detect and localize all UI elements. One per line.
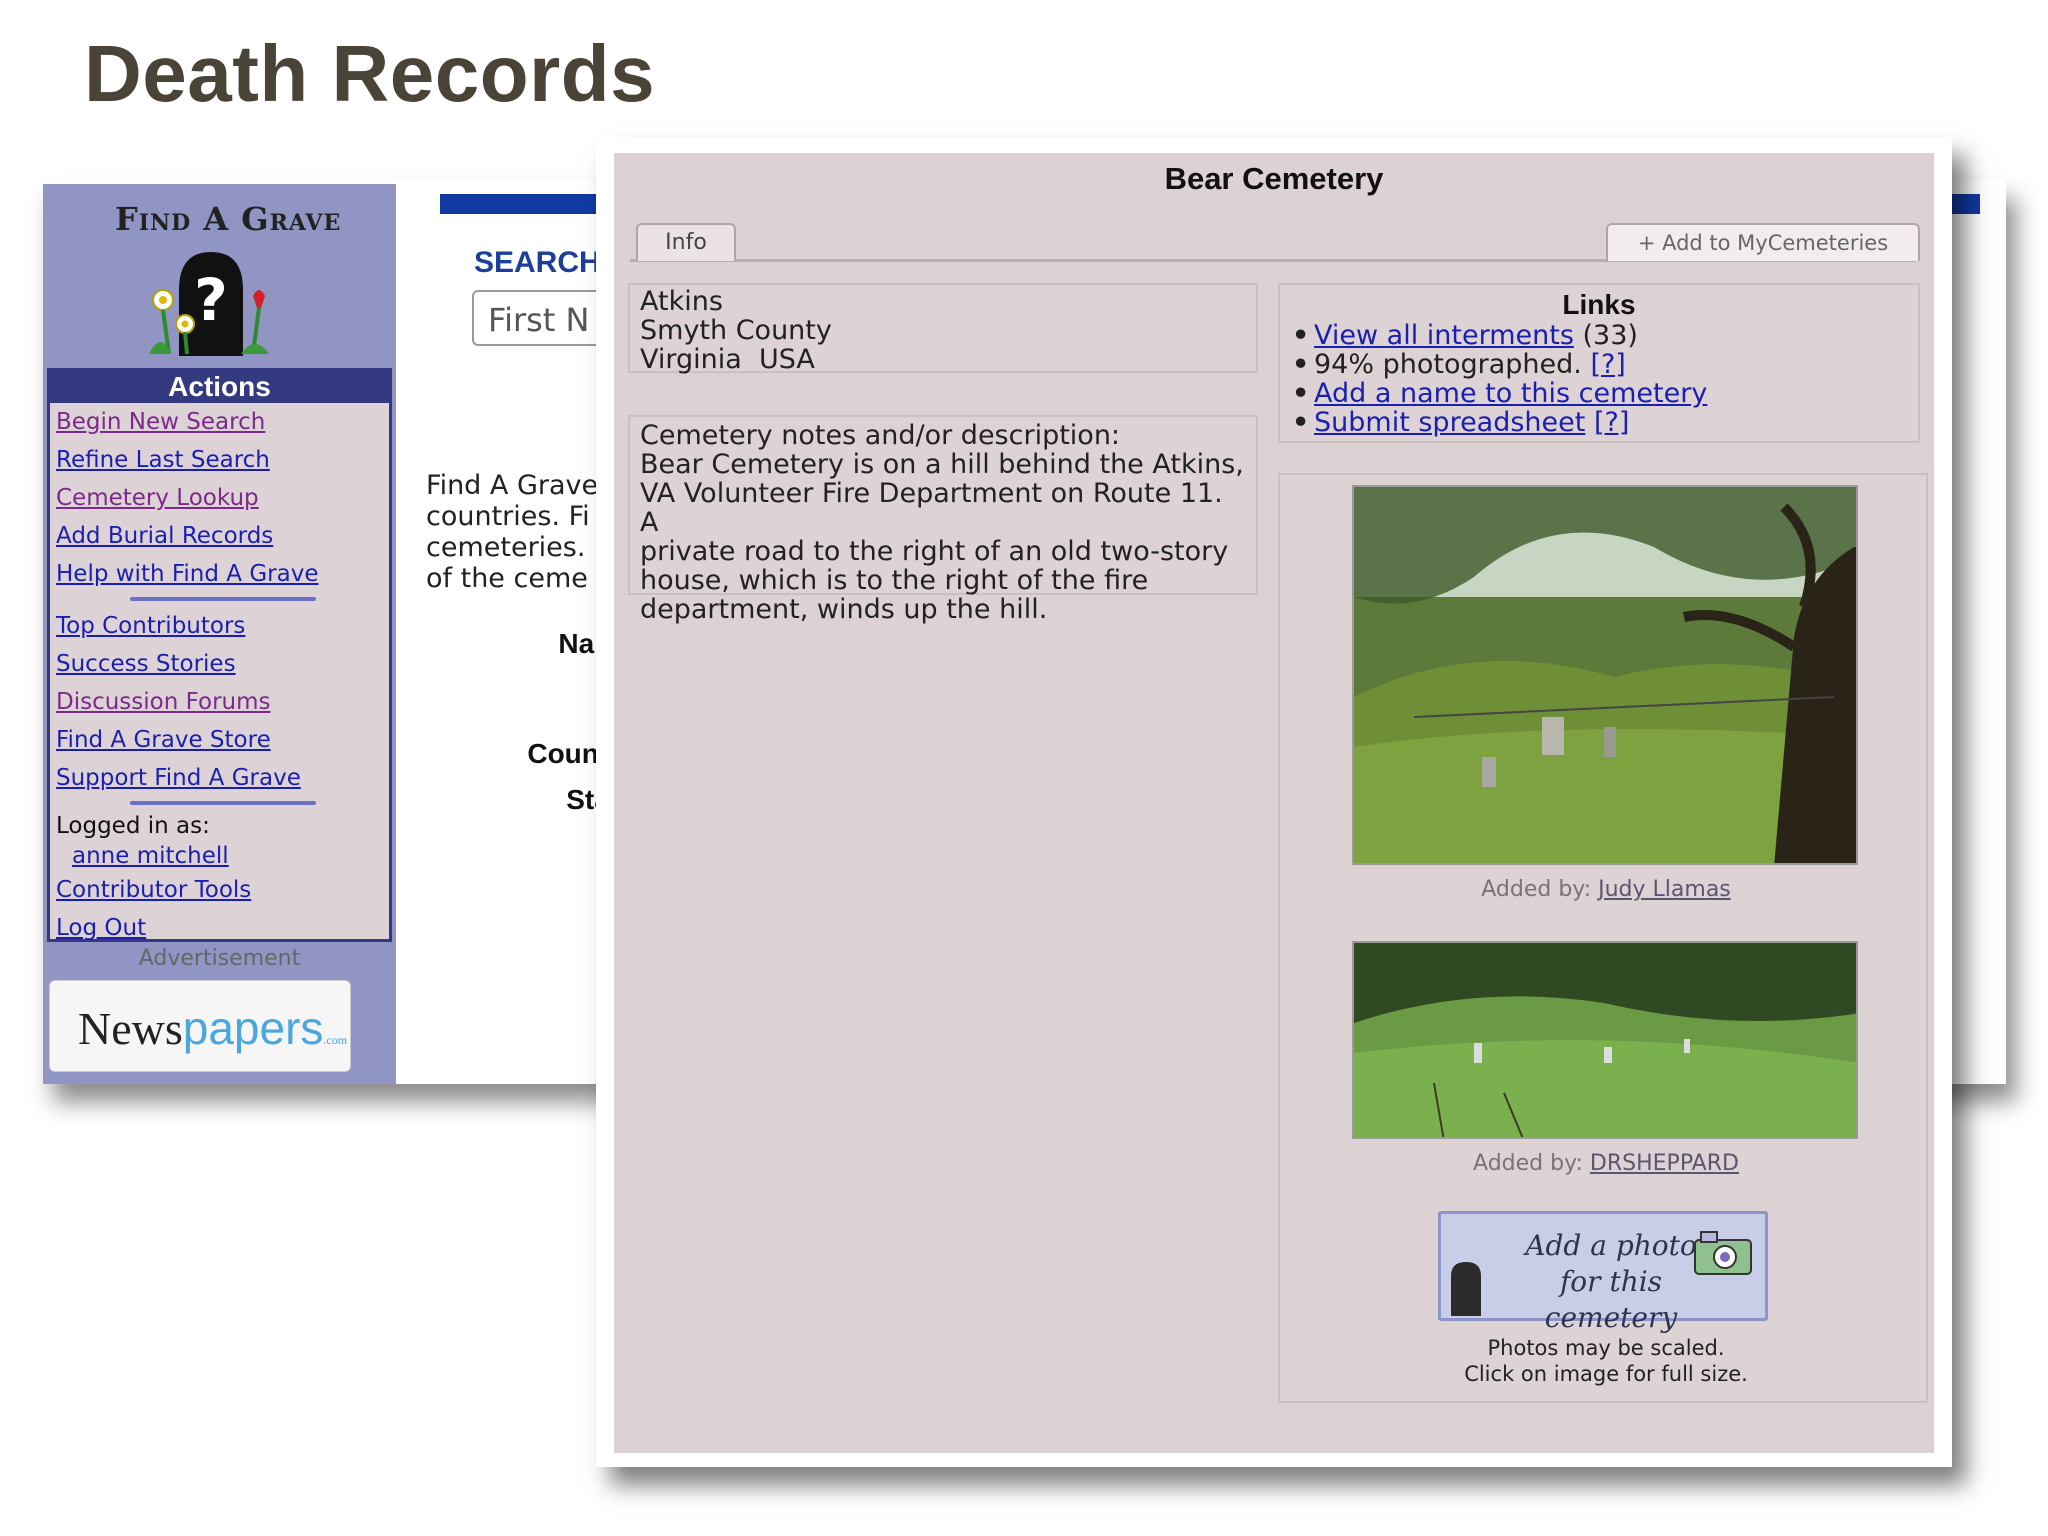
photo-1-contributor-link[interactable]: Judy Llamas: [1598, 877, 1731, 902]
links-panel: Links • View all interments (33) • 94% pho…: [1278, 283, 1920, 443]
newspapers-logo: Newspapers.com: [78, 1001, 347, 1055]
description-panel: Cemetery notes and/or description: Bear …: [628, 415, 1258, 624]
slide-title: Death Records: [84, 29, 656, 118]
cemetery-photo-1[interactable]: [1352, 485, 1858, 865]
description-line: house, which is to the right of the fire: [640, 565, 1149, 596]
town: Atkins: [640, 286, 723, 317]
success-stories-link[interactable]: Success Stories: [56, 645, 389, 683]
store-link[interactable]: Find A Grave Store: [56, 721, 389, 759]
photo-2-contributor-link[interactable]: DRSHEPPARD: [1590, 1151, 1739, 1176]
add-photo-line-1: Add a photo: [1525, 1229, 1697, 1262]
cemetery-title: Bear Cemetery: [1164, 161, 1384, 196]
discussion-forums-link[interactable]: Discussion Forums: [56, 683, 389, 721]
link-item: • 94% photographed. [?]: [1292, 349, 1626, 380]
add-photo-text: Add a photo for this cemetery: [1501, 1228, 1721, 1336]
cemetery-page-screenshot: Bear Cemetery Info + Add to MyCemeteries…: [596, 137, 1952, 1467]
svg-text:?: ?: [194, 266, 228, 334]
cemetery-page: Bear Cemetery Info + Add to MyCemeteries…: [614, 153, 1934, 1453]
ad-brand-dark: News: [78, 1003, 183, 1054]
ad-brand-light: papers: [182, 1002, 324, 1054]
tab-info[interactable]: Info: [636, 223, 736, 261]
description-line: Bear Cemetery is on a hill behind the At…: [640, 449, 1244, 480]
add-name-link[interactable]: Add a name to this cemetery: [1314, 378, 1707, 409]
added-by-label: Added by:: [1481, 877, 1592, 902]
state-country: Virginia USA: [640, 344, 815, 375]
camera-icon: [1694, 1231, 1752, 1275]
photo-note-line-1: Photos may be scaled.: [1487, 1336, 1725, 1360]
grave-logo-icon[interactable]: ?: [141, 250, 273, 356]
photo-1-caption: Added by: Judy Llamas: [1336, 877, 1876, 902]
logged-in-label: Logged in as:: [56, 813, 210, 839]
contributor-tools-link[interactable]: Contributor Tools: [56, 871, 389, 909]
description-label: Cemetery notes and/or description:: [640, 420, 1121, 451]
cemetery-photo-2-image: [1354, 943, 1856, 1137]
description-line: private road to the right of an old two-…: [640, 536, 1229, 567]
username-link[interactable]: anne mitchell: [72, 841, 389, 871]
tombstone-icon: [1451, 1262, 1481, 1316]
search-heading: SEARCH: [474, 246, 601, 279]
submit-help-link[interactable]: [?]: [1594, 407, 1629, 438]
photo-2-caption: Added by: DRSHEPPARD: [1336, 1151, 1876, 1176]
actions-panel: Actions Begin New Search Refine Last Sea…: [47, 368, 392, 942]
county: Smyth County: [640, 315, 832, 346]
location-panel: Atkins Smyth County Virginia USA: [628, 283, 1258, 375]
added-by-label: Added by:: [1473, 1151, 1583, 1176]
photographed-text: 94% photographed.: [1314, 349, 1582, 380]
ad-brand-suffix: .com: [323, 1033, 348, 1047]
view-all-interments-link[interactable]: View all interments: [1314, 320, 1574, 351]
newspapers-ad[interactable]: Newspapers.com: [49, 980, 351, 1072]
description-line: VA Volunteer Fire Department on Route 11…: [640, 478, 1223, 538]
top-contributors-link[interactable]: Top Contributors: [56, 607, 389, 645]
link-item: • Submit spreadsheet [?]: [1292, 407, 1630, 438]
refine-last-search-link[interactable]: Refine Last Search: [56, 441, 389, 479]
sidebar-divider: [130, 597, 316, 601]
photo-note-line-2: Click on image for full size.: [1464, 1362, 1748, 1386]
submit-spreadsheet-link[interactable]: Submit spreadsheet: [1314, 407, 1585, 438]
cemetery-photo-2[interactable]: [1352, 941, 1858, 1139]
photo-note: Photos may be scaled. Click on image for…: [1346, 1335, 1866, 1387]
actions-heading: Actions: [50, 371, 389, 403]
photographed-help-link[interactable]: [?]: [1590, 349, 1625, 380]
advertisement-label: Advertisement: [138, 946, 301, 971]
add-to-mycemeteries-tab[interactable]: + Add to MyCemeteries: [1606, 223, 1920, 261]
description-line: department, winds up the hill.: [640, 594, 1048, 625]
interments-count: (33): [1582, 320, 1638, 351]
sidebar-divider: [130, 801, 316, 805]
logout-link[interactable]: Log Out: [56, 909, 389, 947]
begin-new-search-link[interactable]: Begin New Search: [56, 403, 389, 441]
add-photo-button[interactable]: Add a photo for this cemetery: [1438, 1211, 1768, 1334]
link-item: • Add a name to this cemetery: [1292, 378, 1708, 409]
add-photo-line-2: for this cemetery: [1544, 1265, 1678, 1334]
help-link[interactable]: Help with Find A Grave: [56, 555, 389, 593]
cemetery-photo-1-image: [1354, 487, 1856, 863]
cemetery-lookup-link[interactable]: Cemetery Lookup: [56, 479, 389, 517]
links-heading: Links: [1562, 289, 1636, 320]
support-link[interactable]: Support Find A Grave: [56, 759, 389, 797]
site-logo-text[interactable]: Find A Grave: [115, 200, 341, 238]
add-burial-records-link[interactable]: Add Burial Records: [56, 517, 389, 555]
sidebar: Find A Grave ? Actions Begin New Search …: [43, 184, 396, 1084]
link-item: • View all interments (33): [1292, 320, 1638, 351]
